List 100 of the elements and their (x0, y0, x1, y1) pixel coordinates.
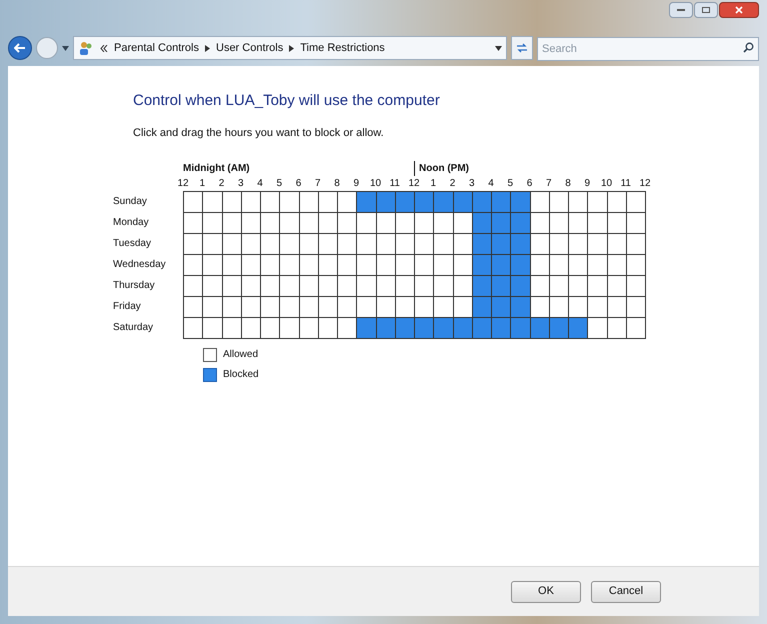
hour-cell[interactable] (415, 318, 434, 339)
hour-cell[interactable] (569, 255, 588, 276)
close-button[interactable] (719, 2, 759, 18)
dropdown-caret-icon[interactable] (495, 46, 502, 50)
hour-cell[interactable] (203, 276, 222, 297)
hour-cell[interactable] (626, 192, 646, 213)
hour-cell[interactable] (300, 318, 319, 339)
hour-cell[interactable] (608, 213, 627, 234)
hour-cell[interactable] (300, 192, 319, 213)
hour-cell[interactable] (184, 276, 204, 297)
hour-cell[interactable] (588, 255, 608, 276)
hour-cell[interactable] (454, 276, 473, 297)
dropdown-caret-icon[interactable] (62, 46, 69, 50)
hour-cell[interactable] (357, 255, 376, 276)
hour-cell[interactable] (222, 318, 242, 339)
hour-cell[interactable] (396, 297, 415, 318)
hour-cell[interactable] (415, 213, 434, 234)
hour-cell[interactable] (338, 234, 358, 255)
hour-cell[interactable] (608, 276, 627, 297)
hour-cell[interactable] (588, 318, 608, 339)
hour-cell[interactable] (357, 234, 376, 255)
hour-cell[interactable] (511, 255, 530, 276)
hour-cell[interactable] (338, 192, 358, 213)
hour-cell[interactable] (261, 276, 280, 297)
hour-cell[interactable] (550, 255, 569, 276)
hour-cell[interactable] (608, 234, 627, 255)
dialog-button[interactable]: Cancel (591, 580, 661, 602)
hour-cell[interactable] (530, 297, 550, 318)
hour-cell[interactable] (357, 213, 376, 234)
maximize-button[interactable] (694, 2, 718, 18)
hour-cell[interactable] (203, 297, 222, 318)
hour-cell[interactable] (415, 234, 434, 255)
hour-cell[interactable] (318, 234, 338, 255)
hour-cell[interactable] (492, 297, 512, 318)
breadcrumb-link[interactable]: Parental Controls (114, 40, 199, 56)
hour-cell[interactable] (626, 276, 646, 297)
hour-cell[interactable] (511, 318, 530, 339)
hour-cell[interactable] (588, 213, 608, 234)
hour-cell[interactable] (242, 276, 261, 297)
hour-cell[interactable] (261, 255, 280, 276)
hour-cell[interactable] (608, 297, 627, 318)
hour-cell[interactable] (492, 276, 512, 297)
hour-cell[interactable] (300, 255, 319, 276)
hour-cell[interactable] (280, 255, 300, 276)
hour-cell[interactable] (203, 192, 222, 213)
hour-cell[interactable] (396, 234, 415, 255)
hour-cell[interactable] (396, 192, 415, 213)
hour-cell[interactable] (608, 192, 627, 213)
hour-cell[interactable] (626, 255, 646, 276)
hour-cell[interactable] (434, 234, 454, 255)
hour-cell[interactable] (184, 255, 204, 276)
hour-cell[interactable] (376, 276, 396, 297)
hour-cell[interactable] (376, 192, 396, 213)
hour-cell[interactable] (511, 234, 530, 255)
hour-cell[interactable] (280, 213, 300, 234)
hour-cell[interactable] (261, 192, 280, 213)
hour-cell[interactable] (588, 234, 608, 255)
hour-cell[interactable] (261, 234, 280, 255)
hour-cell[interactable] (203, 213, 222, 234)
hour-cell[interactable] (608, 255, 627, 276)
hour-cell[interactable] (492, 234, 512, 255)
hour-cell[interactable] (454, 297, 473, 318)
hour-cell[interactable] (318, 255, 338, 276)
back-button[interactable] (8, 36, 32, 60)
hour-cell[interactable] (492, 255, 512, 276)
hour-cell[interactable] (530, 213, 550, 234)
hour-cell[interactable] (300, 297, 319, 318)
hour-cell[interactable] (588, 276, 608, 297)
hour-cell[interactable] (415, 276, 434, 297)
hour-cell[interactable] (569, 234, 588, 255)
hour-cell[interactable] (357, 318, 376, 339)
hour-cell[interactable] (396, 318, 415, 339)
hour-cell[interactable] (530, 234, 550, 255)
dialog-button[interactable]: OK (511, 580, 581, 602)
hour-cell[interactable] (472, 234, 492, 255)
hour-cell[interactable] (511, 213, 530, 234)
hour-cell[interactable] (434, 297, 454, 318)
hour-cell[interactable] (242, 234, 261, 255)
hour-cell[interactable] (569, 213, 588, 234)
hour-cell[interactable] (242, 192, 261, 213)
hour-cell[interactable] (376, 234, 396, 255)
hour-cell[interactable] (434, 318, 454, 339)
hour-cell[interactable] (376, 297, 396, 318)
hour-cell[interactable] (511, 276, 530, 297)
hour-cell[interactable] (434, 213, 454, 234)
hour-cell[interactable] (569, 297, 588, 318)
hour-cell[interactable] (608, 318, 627, 339)
hour-cell[interactable] (511, 297, 530, 318)
hour-cell[interactable] (530, 276, 550, 297)
hour-cell[interactable] (338, 255, 358, 276)
hour-cell[interactable] (434, 192, 454, 213)
hour-cell[interactable] (280, 234, 300, 255)
hour-cell[interactable] (184, 234, 204, 255)
hour-cell[interactable] (300, 213, 319, 234)
hour-cell[interactable] (472, 192, 492, 213)
hour-cell[interactable] (242, 297, 261, 318)
hour-cell[interactable] (626, 318, 646, 339)
hour-cell[interactable] (550, 276, 569, 297)
hour-cell[interactable] (626, 234, 646, 255)
hour-cell[interactable] (454, 255, 473, 276)
